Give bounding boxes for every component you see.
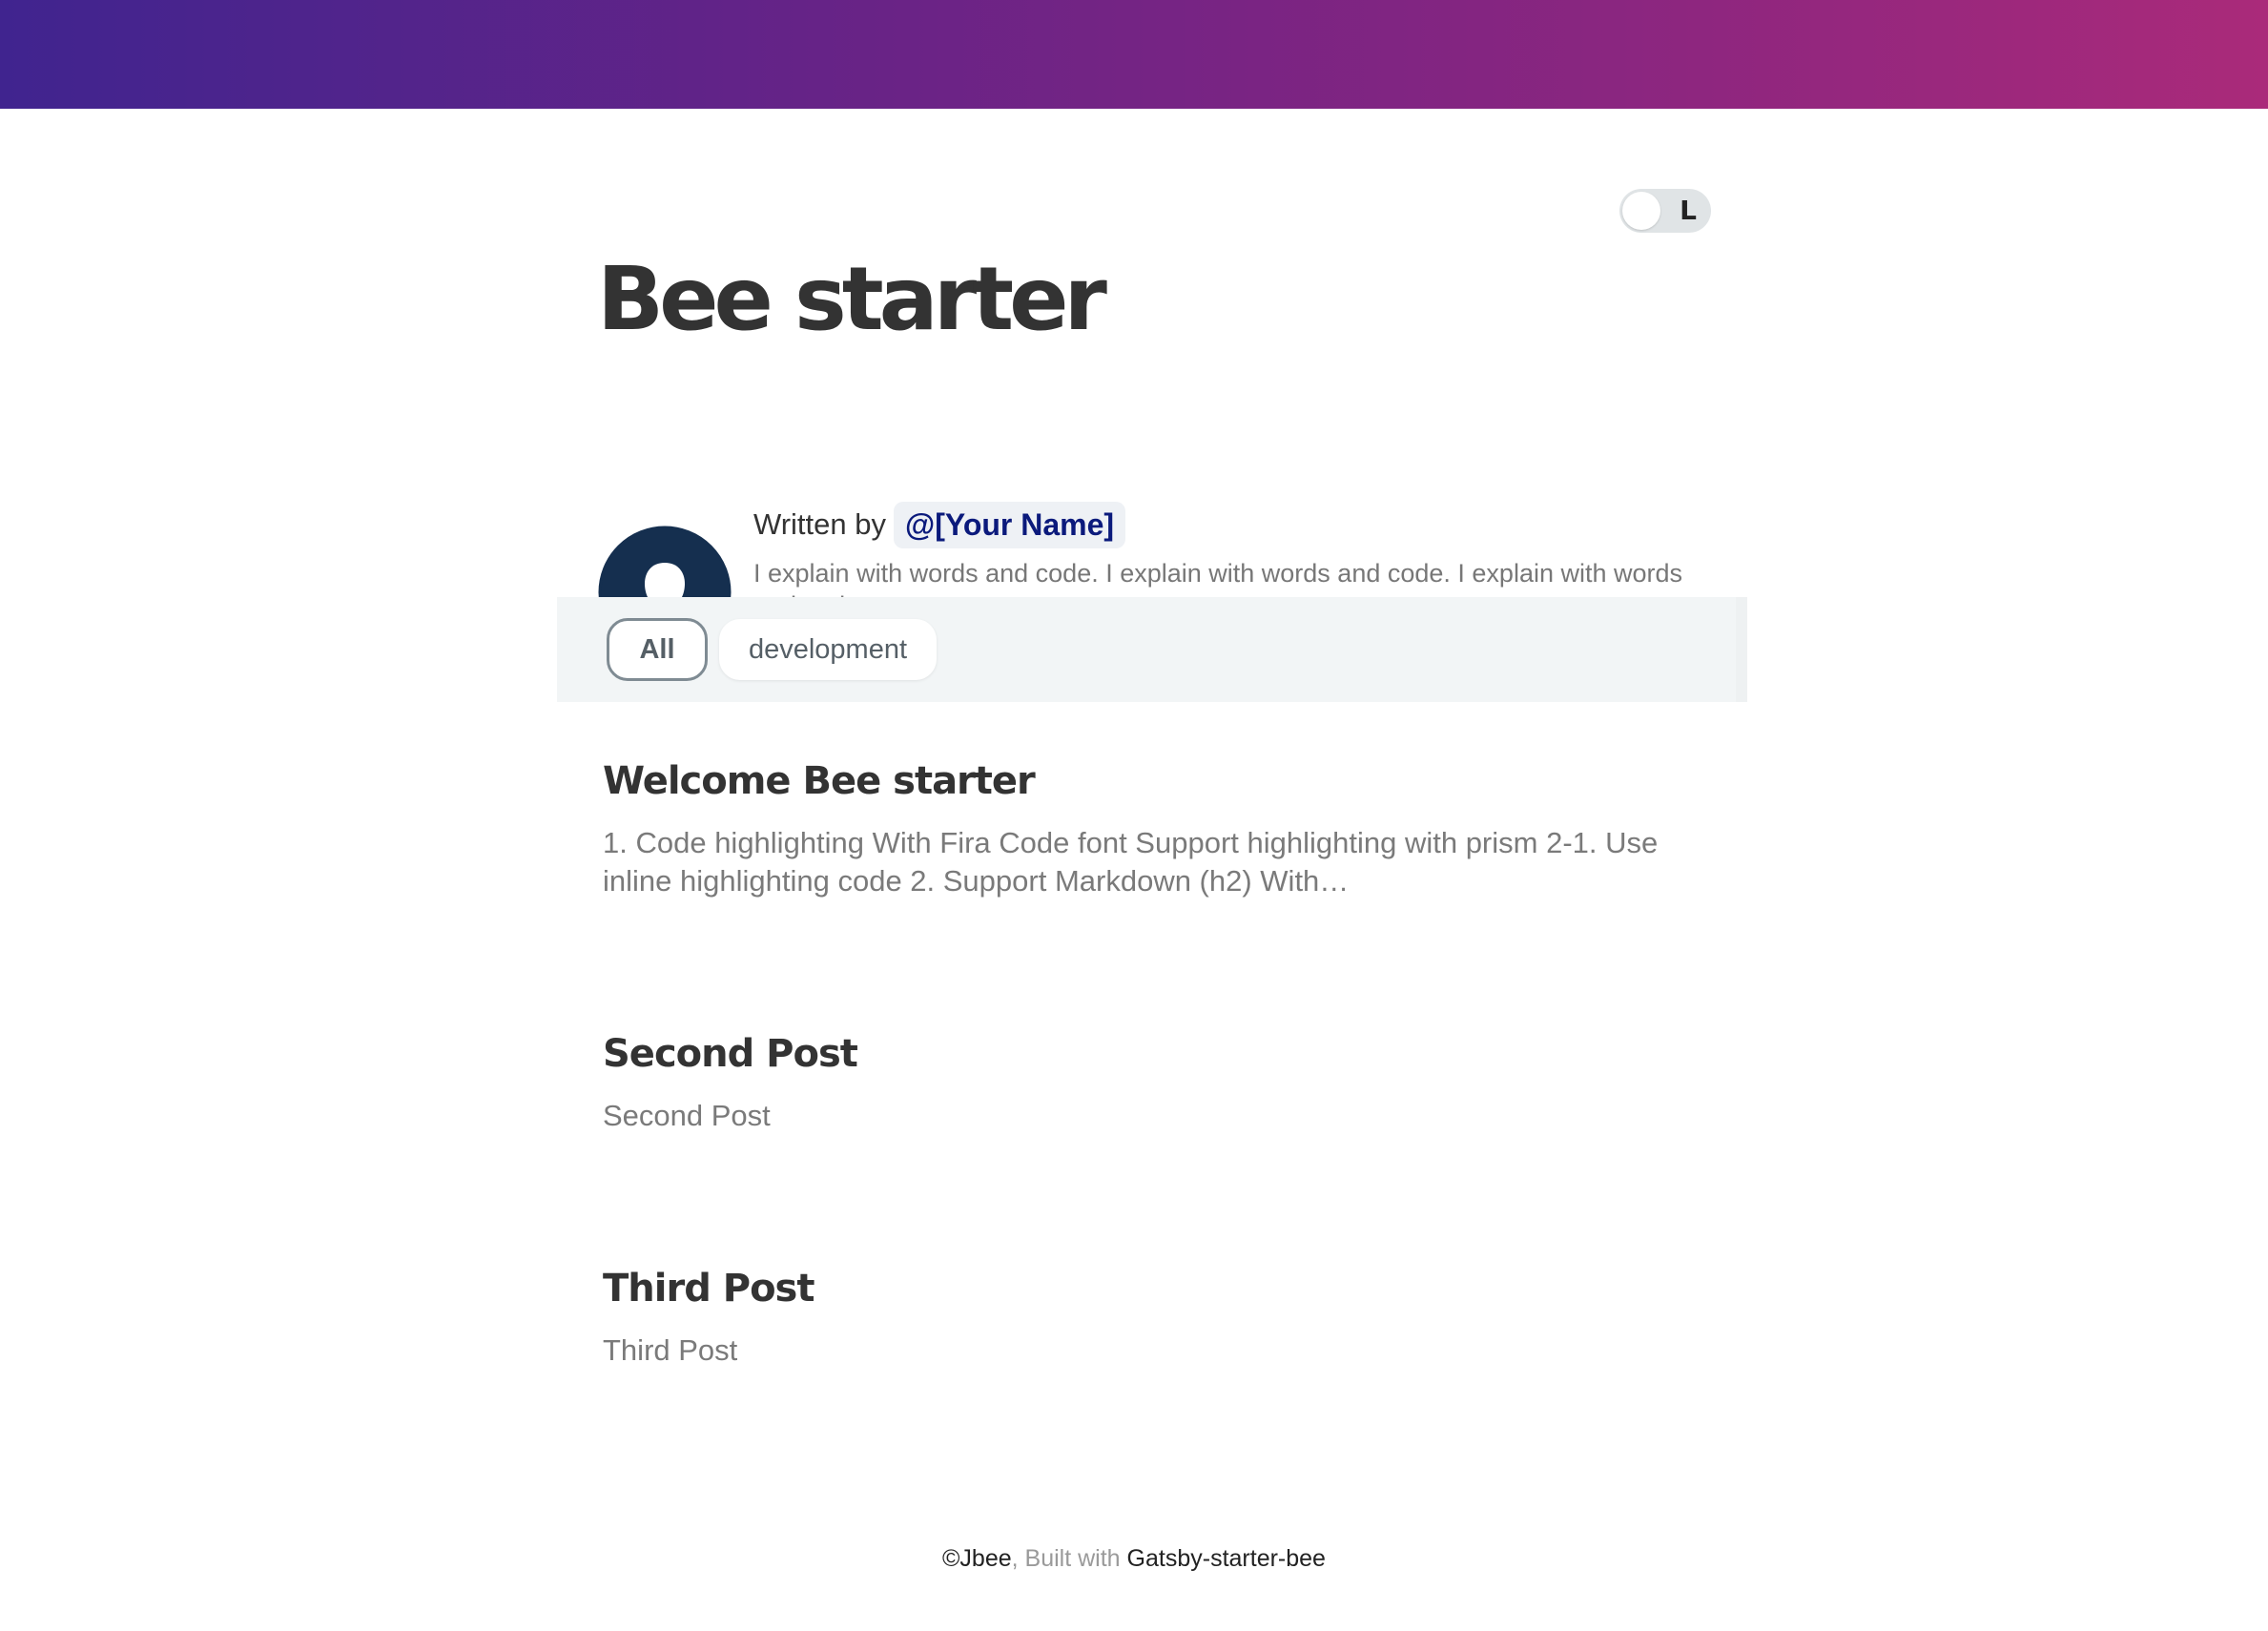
written-by-label: Written by xyxy=(753,507,886,541)
footer-built-with: , Built with xyxy=(1011,1545,1121,1572)
post-item[interactable]: Second Post Second Post xyxy=(603,1030,1690,1135)
toggle-letter: L xyxy=(1680,195,1697,226)
post-title[interactable]: Welcome Bee starter xyxy=(603,757,1690,805)
site-title[interactable]: Bee starter xyxy=(597,242,1107,357)
header-gradient-bar xyxy=(0,0,2268,109)
theme-toggle[interactable]: L xyxy=(1619,189,1711,233)
post-title[interactable]: Third Post xyxy=(603,1265,1690,1312)
footer: ©Jbee, Built with Gatsby-starter-bee xyxy=(0,1545,2268,1573)
bio-section: Written by @[Your Name] I explain with w… xyxy=(597,391,1711,660)
toggle-knob xyxy=(1622,192,1660,230)
category-all-button[interactable]: All xyxy=(607,618,708,681)
post-item[interactable]: Third Post Third Post xyxy=(603,1265,1690,1370)
category-development-button[interactable]: development xyxy=(719,619,937,680)
footer-link[interactable]: Gatsby-starter-bee xyxy=(1127,1545,1326,1572)
post-item[interactable]: Welcome Bee starter 1. Code highlighting… xyxy=(603,757,1690,900)
post-excerpt: Third Post xyxy=(603,1333,738,1367)
author-link[interactable]: @[Your Name] xyxy=(893,501,1126,548)
post-title[interactable]: Second Post xyxy=(603,1030,1690,1078)
footer-copyright: ©Jbee xyxy=(942,1545,1012,1572)
post-excerpt: Second Post xyxy=(603,1099,771,1132)
post-excerpt: 1. Code highlighting With Fira Code font… xyxy=(603,826,1659,898)
written-by-line: Written by @[Your Name] xyxy=(753,498,1707,551)
